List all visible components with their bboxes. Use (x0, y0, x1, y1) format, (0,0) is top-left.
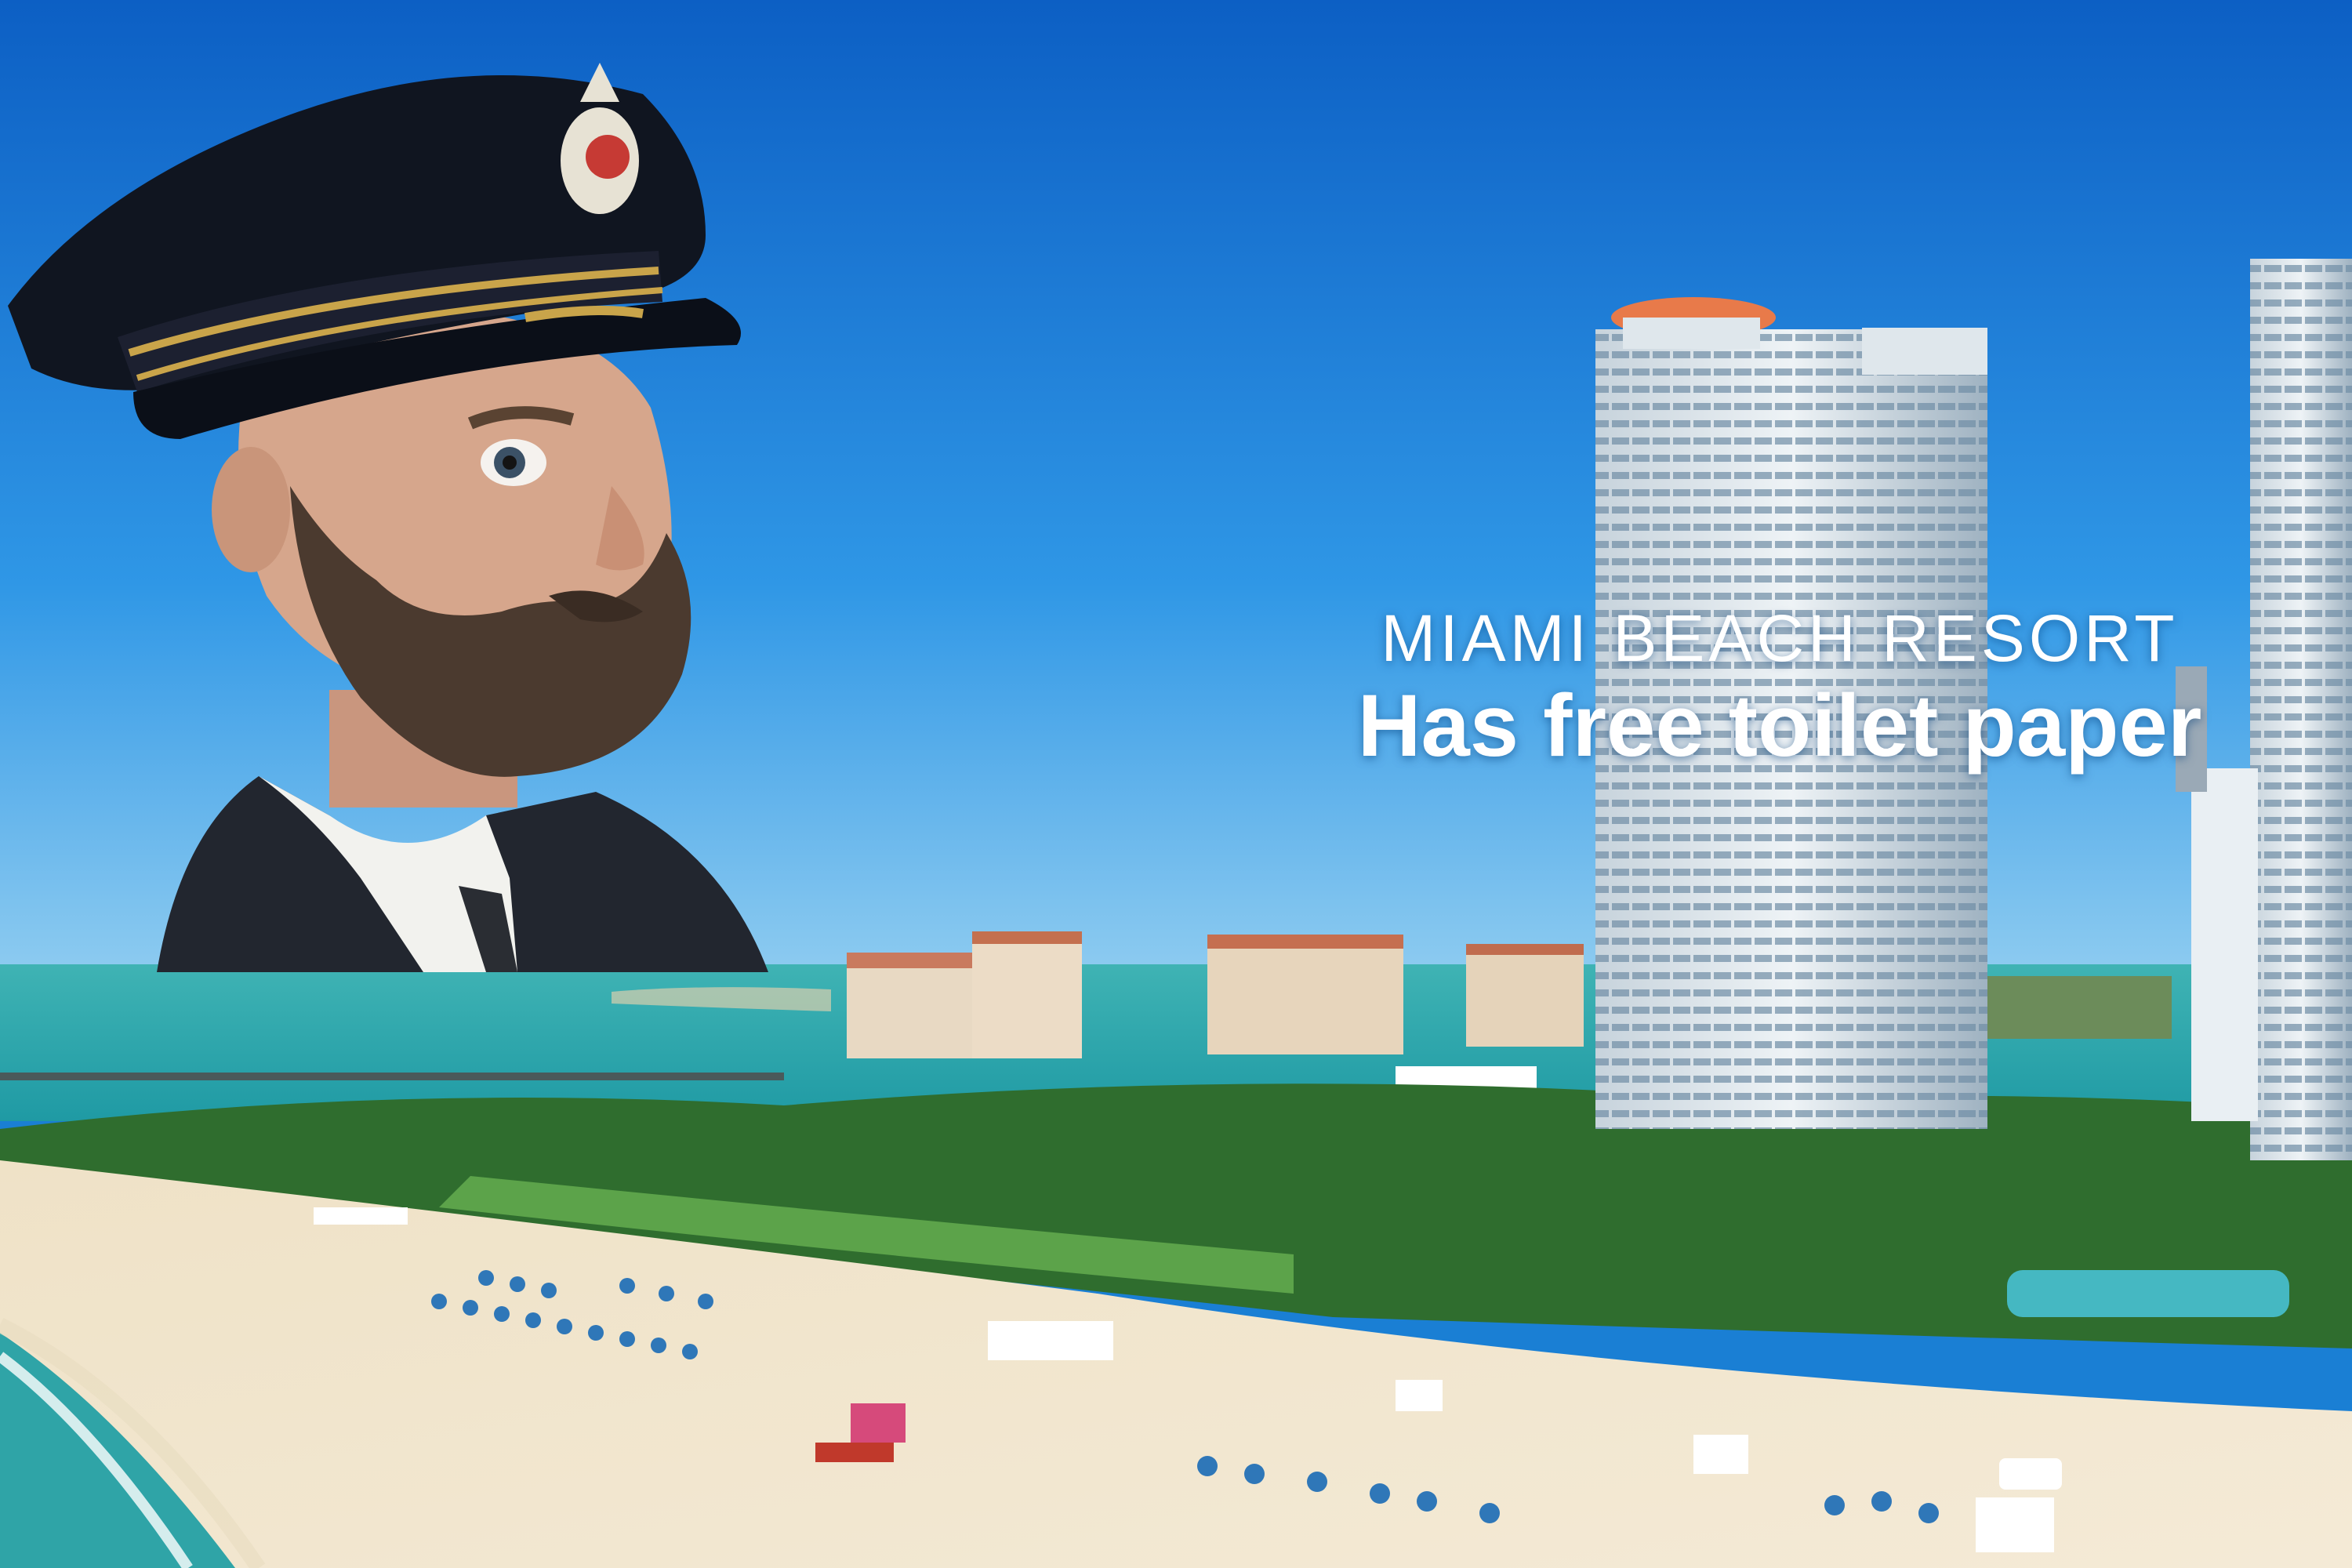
video-frame: MIAMI BEACH RESORT Has free toilet paper (0, 0, 2352, 1568)
caption-subtitle: Has free toilet paper (1357, 677, 2202, 775)
video-caption: MIAMI BEACH RESORT Has free toilet paper (1254, 604, 2305, 777)
jetty (0, 1073, 784, 1080)
caption-title: MIAMI BEACH RESORT (1381, 601, 2179, 675)
pool (2007, 1270, 2289, 1317)
background-scene (0, 0, 2352, 1568)
beach-truck (1999, 1458, 2062, 1490)
